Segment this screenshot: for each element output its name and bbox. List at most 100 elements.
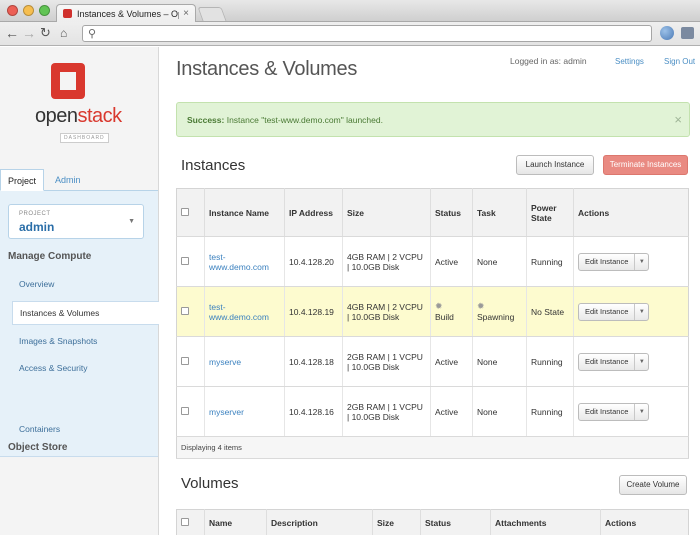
openstack-logo-text: openstack [35, 105, 122, 127]
sidebar-item-instances-volumes[interactable]: Instances & Volumes [12, 301, 159, 325]
instance-link[interactable]: test-www.demo.com [209, 302, 269, 322]
column-header-size[interactable]: Size [372, 509, 421, 535]
table-row: myserver 10.4.128.16 2GB RAM | 1 VCPU | … [176, 386, 689, 437]
column-header-power-state[interactable]: Power State [526, 188, 574, 237]
alert-message: Success: Instance "test-www.demo.com" la… [187, 115, 383, 125]
power-state-cell: No State [526, 286, 574, 337]
edit-instance-button[interactable]: Edit Instance ▼ [578, 252, 650, 271]
column-header-actions: Actions [573, 188, 689, 237]
chevron-down-icon[interactable]: ▼ [634, 353, 648, 370]
instances-heading: Instances [181, 157, 246, 174]
reload-icon[interactable]: ↻ [40, 26, 51, 40]
column-header-name[interactable]: Name [204, 509, 267, 535]
settings-link[interactable]: Settings [615, 57, 644, 66]
row-select-cell [176, 386, 205, 437]
row-checkbox[interactable] [181, 356, 189, 365]
extension-globe-icon[interactable] [660, 26, 674, 40]
chevron-down-icon[interactable]: ▼ [634, 253, 648, 270]
sidebar-item-containers[interactable]: Containers [19, 424, 60, 434]
instance-link[interactable]: myserver [209, 407, 244, 417]
power-state-cell: Running [526, 386, 574, 437]
sidebar-item-overview[interactable]: Overview [19, 279, 54, 289]
actions-cell: Edit Instance ▼ [573, 386, 689, 437]
table-footer: Displaying 4 items [176, 436, 689, 459]
column-header-description[interactable]: Description [266, 509, 373, 535]
home-icon[interactable]: ⌂ [60, 26, 67, 40]
sign-out-link[interactable]: Sign Out [664, 57, 695, 66]
tab-title: Instances & Volumes – Open [77, 8, 179, 19]
ip-cell: 10.4.128.20 [284, 236, 343, 287]
window-maximize-button[interactable] [39, 5, 50, 16]
sidebar-tabs: Project Admin [0, 169, 158, 191]
browser-tab[interactable]: Instances & Volumes – Open × [56, 4, 196, 22]
row-checkbox[interactable] [181, 306, 189, 315]
column-header-status[interactable]: Status [430, 188, 473, 237]
column-header-status[interactable]: Status [420, 509, 491, 535]
tab-project[interactable]: Project [0, 169, 45, 191]
table-row: test-www.demo.com 10.4.128.20 4GB RAM | … [176, 236, 689, 287]
edit-instance-button[interactable]: Edit Instance ▼ [578, 402, 650, 421]
sidebar-item-access-security[interactable]: Access & Security [19, 363, 88, 373]
spinner-icon: ✹ [477, 301, 485, 311]
instance-link[interactable]: myserve [209, 357, 241, 367]
row-checkbox[interactable] [181, 406, 189, 415]
sidebar-panel: PROJECT admin ▼ Manage Compute Overview … [0, 191, 159, 457]
tab-admin[interactable]: Admin [48, 169, 88, 191]
back-arrow-icon[interactable]: ← [5, 26, 19, 40]
column-header-ip[interactable]: IP Address [284, 188, 343, 237]
success-alert: Success: Instance "test-www.demo.com" la… [176, 102, 690, 137]
address-bar[interactable]: ⚲ [82, 25, 652, 42]
dashboard-label: DASHBOARD [60, 133, 109, 143]
ip-cell: 10.4.128.19 [284, 286, 343, 337]
project-select-label: PROJECT [19, 211, 51, 217]
window-minimize-button[interactable] [23, 5, 34, 16]
actions-cell: Edit Instance ▼ [573, 236, 689, 287]
size-cell: 2GB RAM | 1 VCPU | 10.0GB Disk [342, 336, 431, 387]
logged-in-text: Logged in as: admin [510, 56, 587, 66]
volumes-heading: Volumes [181, 475, 239, 492]
task-cell: None [472, 336, 527, 387]
power-state-cell: Running [526, 236, 574, 287]
table-footer-row: Displaying 4 items [176, 436, 689, 459]
page-title: Instances & Volumes [176, 58, 358, 80]
forward-arrow-icon[interactable]: → [22, 26, 36, 40]
openstack-logo-icon [51, 63, 85, 99]
task-cell: None [472, 236, 527, 287]
column-header-size[interactable]: Size [342, 188, 431, 237]
instance-link[interactable]: test-www.demo.com [209, 252, 269, 272]
project-select-value: admin [19, 220, 55, 234]
extension-icon[interactable] [681, 27, 694, 39]
project-select[interactable]: PROJECT admin ▼ [8, 204, 144, 239]
sidebar-item-images-snapshots[interactable]: Images & Snapshots [19, 336, 97, 346]
row-checkbox[interactable] [181, 256, 189, 265]
power-state-cell: Running [526, 336, 574, 387]
terminate-instances-button[interactable]: Terminate Instances [603, 155, 688, 175]
close-icon[interactable]: × [674, 112, 682, 127]
column-header-attachments[interactable]: Attachments [490, 509, 601, 535]
select-all-checkbox[interactable] [181, 517, 189, 526]
main-content: Instances & Volumes Logged in as: admin … [160, 47, 700, 535]
launch-instance-button[interactable]: Launch Instance [516, 155, 594, 175]
ip-cell: 10.4.128.18 [284, 336, 343, 387]
volumes-table: Name Description Size Status Attachments… [176, 509, 689, 535]
window-close-button[interactable] [7, 5, 18, 16]
column-header-actions: Actions [600, 509, 689, 535]
column-header-name[interactable]: Instance Name [204, 188, 285, 237]
new-tab-button[interactable] [197, 7, 227, 21]
actions-cell: Edit Instance ▼ [573, 286, 689, 337]
chevron-down-icon[interactable]: ▼ [634, 403, 648, 420]
edit-instance-button[interactable]: Edit Instance ▼ [578, 352, 650, 371]
instance-name-cell: test-www.demo.com [204, 286, 285, 337]
create-volume-button[interactable]: Create Volume [619, 475, 687, 495]
manage-compute-heading: Manage Compute [8, 251, 92, 262]
instance-name-cell: myserve [204, 336, 285, 387]
column-header-task[interactable]: Task [472, 188, 527, 237]
chevron-down-icon[interactable]: ▼ [634, 303, 648, 320]
tab-close-icon[interactable]: × [183, 8, 189, 19]
status-cell: Active [430, 336, 473, 387]
browser-toolbar: ← → ↻ ⌂ ⚲ [0, 22, 700, 46]
select-all-cell [176, 188, 205, 237]
instances-table: Instance Name IP Address Size Status Tas… [176, 188, 689, 459]
select-all-checkbox[interactable] [181, 207, 189, 216]
edit-instance-button[interactable]: Edit Instance ▼ [578, 302, 650, 321]
